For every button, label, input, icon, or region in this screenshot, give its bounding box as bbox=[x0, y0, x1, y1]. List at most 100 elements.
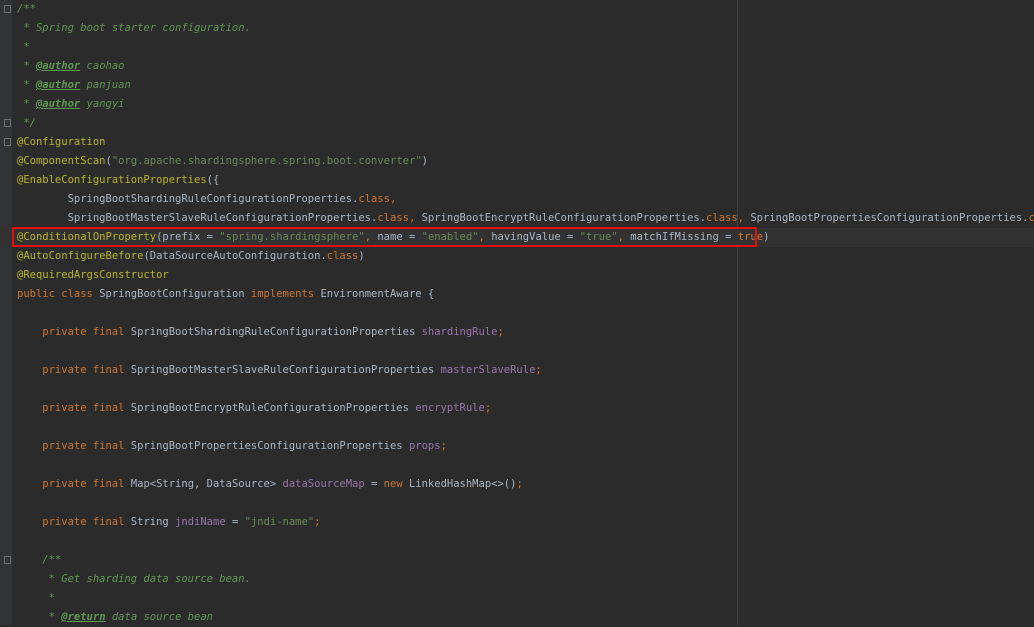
code-line[interactable] bbox=[0, 380, 1034, 399]
code-text: @RequiredArgsConstructor bbox=[17, 266, 169, 285]
code-token: SpringBootPropertiesConfigurationPropert… bbox=[750, 212, 1028, 224]
code-text: * @author yangyi bbox=[17, 95, 125, 114]
code-token: class bbox=[377, 212, 409, 224]
code-token: @RequiredArgsConstructor bbox=[17, 269, 169, 281]
code-token: * bbox=[17, 79, 36, 91]
code-line[interactable]: @Configuration bbox=[0, 133, 1034, 152]
code-text: * bbox=[17, 38, 30, 57]
code-line[interactable] bbox=[0, 342, 1034, 361]
code-line[interactable] bbox=[0, 532, 1034, 551]
code-line[interactable] bbox=[0, 456, 1034, 475]
code-token: private final bbox=[17, 440, 131, 452]
code-token: * bbox=[17, 98, 36, 110]
code-line[interactable]: * Spring boot starter configuration. bbox=[0, 19, 1034, 38]
code-token: , bbox=[479, 231, 492, 243]
code-token: "enabled" bbox=[422, 231, 479, 243]
code-text: private final String jndiName = "jndi-na… bbox=[17, 513, 320, 532]
code-token: (DataSourceAutoConfiguration. bbox=[143, 250, 326, 262]
code-token: props bbox=[409, 440, 441, 452]
code-line[interactable] bbox=[0, 304, 1034, 323]
code-token: shardingRule bbox=[422, 326, 498, 338]
fold-marker-icon[interactable] bbox=[4, 556, 11, 564]
code-token: , bbox=[738, 212, 751, 224]
code-token: ) bbox=[763, 231, 769, 243]
code-token: masterSlaveRule bbox=[441, 364, 536, 376]
code-line[interactable]: @RequiredArgsConstructor bbox=[0, 266, 1034, 285]
code-text: @Configuration bbox=[17, 133, 106, 152]
code-token: (prefix = bbox=[156, 231, 219, 243]
code-text: * Get sharding data source bean. bbox=[17, 570, 251, 589]
code-token: , bbox=[390, 193, 396, 205]
code-line[interactable] bbox=[0, 418, 1034, 437]
code-token: ; bbox=[535, 364, 541, 376]
code-token: SpringBootEncryptRuleConfigurationProper… bbox=[422, 212, 706, 224]
code-line[interactable]: SpringBootShardingRuleConfigurationPrope… bbox=[0, 190, 1034, 209]
code-token: /** bbox=[17, 554, 61, 566]
code-token: @ConditionalOnProperty bbox=[17, 231, 156, 243]
code-token: havingValue = bbox=[491, 231, 580, 243]
code-line[interactable]: private final String jndiName = "jndi-na… bbox=[0, 513, 1034, 532]
code-token: SpringBootConfiguration bbox=[99, 288, 251, 300]
code-line[interactable]: * bbox=[0, 38, 1034, 57]
code-line[interactable]: * @author caohao bbox=[0, 57, 1034, 76]
code-token: @ComponentScan bbox=[17, 155, 106, 167]
code-line[interactable]: private final SpringBootEncryptRuleConfi… bbox=[0, 399, 1034, 418]
code-line[interactable]: public class SpringBootConfiguration imp… bbox=[0, 285, 1034, 304]
code-token: implements bbox=[251, 288, 321, 300]
code-text: @ComponentScan("org.apache.shardingspher… bbox=[17, 152, 428, 171]
code-line[interactable]: @ComponentScan("org.apache.shardingspher… bbox=[0, 152, 1034, 171]
code-token: * bbox=[17, 41, 30, 53]
code-line[interactable]: * Get sharding data source bean. bbox=[0, 570, 1034, 589]
code-line[interactable] bbox=[0, 494, 1034, 513]
code-line[interactable]: private final SpringBootShardingRuleConf… bbox=[0, 323, 1034, 342]
code-line[interactable]: private final SpringBootMasterSlaveRuleC… bbox=[0, 361, 1034, 380]
code-line[interactable]: private final SpringBootPropertiesConfig… bbox=[0, 437, 1034, 456]
fold-marker-icon[interactable] bbox=[4, 119, 11, 127]
code-token: * Get sharding data source bean. bbox=[17, 573, 251, 585]
code-line[interactable]: @AutoConfigureBefore(DataSourceAutoConfi… bbox=[0, 247, 1034, 266]
code-token: "spring.shardingsphere" bbox=[219, 231, 364, 243]
code-token: name = bbox=[377, 231, 421, 243]
fold-marker-icon[interactable] bbox=[4, 5, 11, 13]
code-text: /** bbox=[17, 551, 61, 570]
fold-marker-icon[interactable] bbox=[4, 138, 11, 146]
code-line[interactable]: * @return data source bean bbox=[0, 608, 1034, 627]
code-line[interactable]: @ConditionalOnProperty(prefix = "spring.… bbox=[0, 228, 1034, 247]
code-line[interactable]: * @author panjuan bbox=[0, 76, 1034, 95]
code-token: ) bbox=[422, 155, 428, 167]
code-token: , bbox=[409, 212, 422, 224]
code-text: private final SpringBootShardingRuleConf… bbox=[17, 323, 504, 342]
code-token: class bbox=[1029, 212, 1034, 224]
code-token: panjuan bbox=[80, 79, 131, 91]
code-line[interactable]: private final Map<String, DataSource> da… bbox=[0, 475, 1034, 494]
code-text: */ bbox=[17, 114, 36, 133]
code-token: jndiName bbox=[175, 516, 226, 528]
code-text: * @return data source bean bbox=[17, 608, 213, 627]
code-token: public class bbox=[17, 288, 99, 300]
code-token: SpringBootEncryptRuleConfigurationProper… bbox=[131, 402, 415, 414]
code-line[interactable]: * @author yangyi bbox=[0, 95, 1034, 114]
code-token: data source bean bbox=[106, 611, 213, 623]
code-line[interactable]: * bbox=[0, 589, 1034, 608]
code-token: ; bbox=[314, 516, 320, 528]
code-token: @return bbox=[61, 611, 105, 623]
code-text: public class SpringBootConfiguration imp… bbox=[17, 285, 434, 304]
code-line[interactable]: @EnableConfigurationProperties({ bbox=[0, 171, 1034, 190]
code-line[interactable]: */ bbox=[0, 114, 1034, 133]
code-token: Map<String, DataSource> bbox=[131, 478, 283, 490]
code-line[interactable]: /** bbox=[0, 551, 1034, 570]
code-line[interactable]: SpringBootMasterSlaveRuleConfigurationPr… bbox=[0, 209, 1034, 228]
code-token: ; bbox=[516, 478, 522, 490]
code-token: String bbox=[131, 516, 175, 528]
code-text: /** bbox=[17, 0, 36, 19]
code-token: private final bbox=[17, 326, 131, 338]
code-line[interactable]: /** bbox=[0, 0, 1034, 19]
code-token: "jndi-name" bbox=[245, 516, 315, 528]
code-token: SpringBootMasterSlaveRuleConfigurationPr… bbox=[131, 364, 441, 376]
code-token: */ bbox=[17, 117, 36, 129]
code-token: dataSourceMap bbox=[283, 478, 365, 490]
code-token: class bbox=[327, 250, 359, 262]
code-token: * Spring boot starter configuration. bbox=[17, 22, 251, 34]
code-token: SpringBootPropertiesConfigurationPropert… bbox=[131, 440, 409, 452]
code-editor[interactable]: /** * Spring boot starter configuration.… bbox=[0, 0, 1034, 625]
